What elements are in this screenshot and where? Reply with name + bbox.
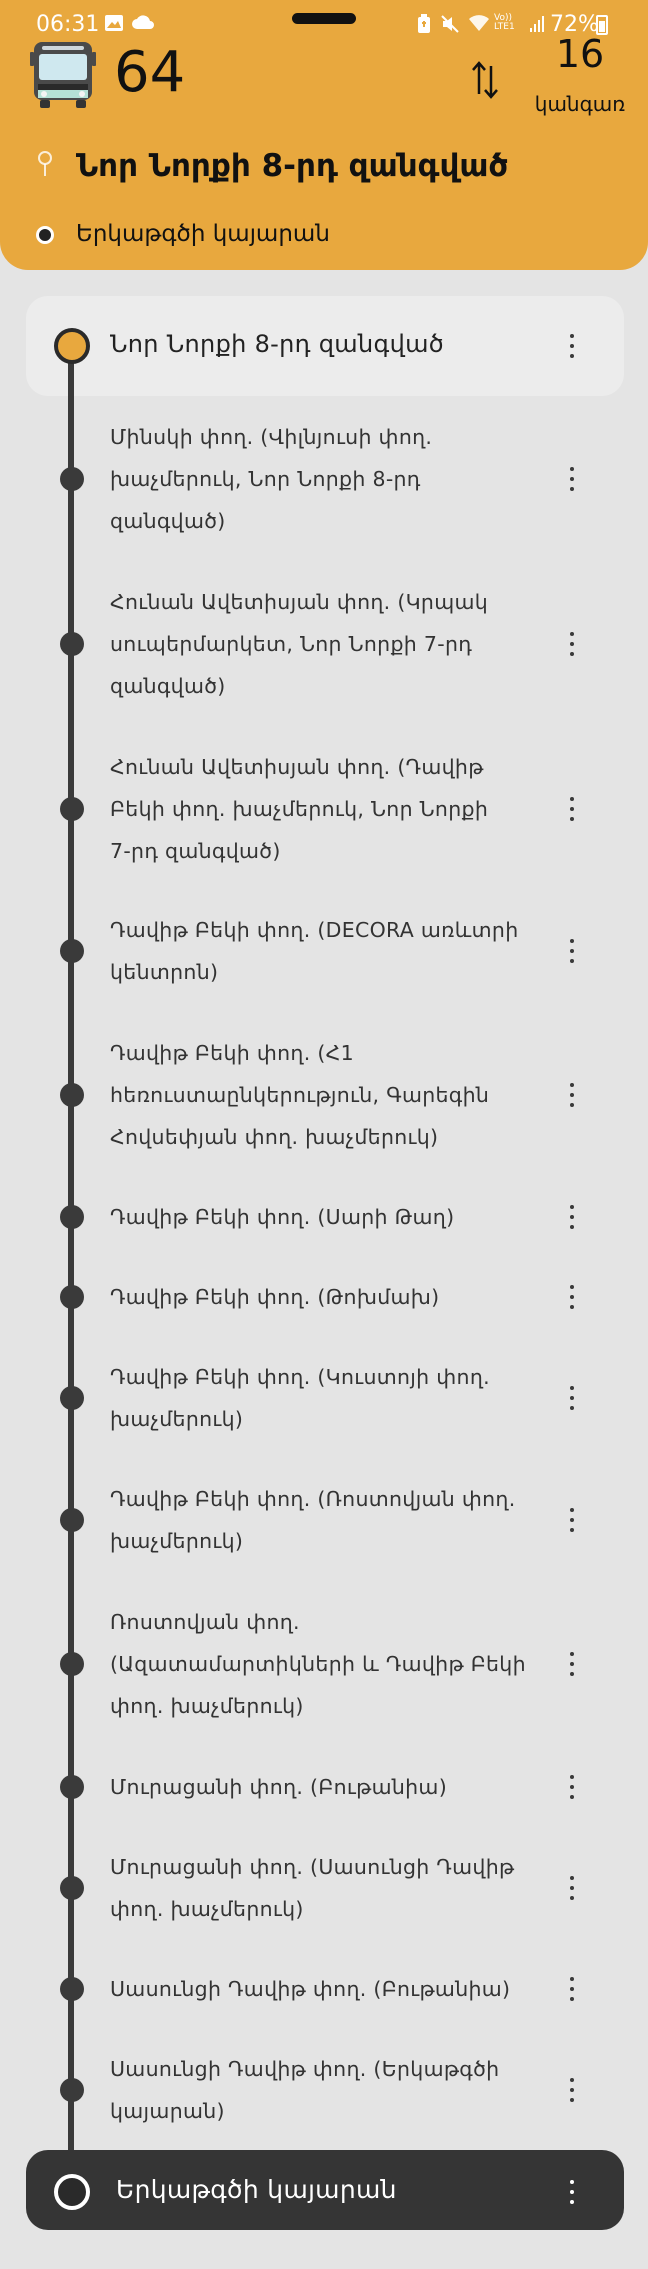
stop-name: Նոր Նորքի 8-րդ զանգված — [110, 330, 444, 358]
stop-dot-icon — [54, 328, 90, 364]
stop-name: Դավիթ Բեկի փող. (DECORA առևտրի կենտրոն) — [110, 909, 530, 993]
stop-name-line: Հունան Ավետիսյան փող. (Կրպակ — [110, 590, 489, 614]
stop-dot-icon — [54, 2174, 90, 2210]
more-options-icon[interactable] — [560, 1504, 584, 1536]
more-options-icon[interactable] — [560, 2074, 584, 2106]
stop-dot-icon — [60, 797, 84, 821]
route-timeline-line — [68, 340, 74, 2195]
stop-name-line: կայարան) — [110, 2099, 225, 2123]
more-options-icon[interactable] — [560, 628, 584, 660]
stop-dot-icon — [60, 1508, 84, 1532]
stop-name: Մինսկի փող. (Վիլնյուսի փող. խաչմերուկ, Նո… — [110, 416, 530, 542]
more-options-icon[interactable] — [560, 1973, 584, 2005]
stop-dot-icon — [60, 1083, 84, 1107]
stop-name: Սասունցի Դավիթ փող. (Բութանիա) — [110, 1968, 530, 2010]
stop-dot-icon — [60, 1386, 84, 1410]
stop-name-line: Հունան Ավետիսյան փող. (Դավիթ — [110, 755, 484, 779]
more-options-icon[interactable] — [560, 2176, 584, 2208]
more-options-icon[interactable] — [560, 1079, 584, 1111]
more-options-icon[interactable] — [560, 1771, 584, 1803]
more-options-icon[interactable] — [560, 330, 584, 362]
stops-count: 16 — [555, 32, 605, 76]
stop-dot-icon — [60, 1977, 84, 2001]
stop-name-line: Բեկի փող. խաչմերուկ, Նոր Նորքի — [110, 797, 489, 821]
more-options-icon[interactable] — [560, 935, 584, 967]
stop-name-line: Սասունցի Դավիթ փող. (Երկաթգծի — [110, 2057, 500, 2081]
stop-name-line: 7-րդ զանգված) — [110, 839, 281, 863]
more-options-icon[interactable] — [560, 1281, 584, 1313]
stop-name-line: Դավիթ Բեկի փող. (DECORA առևտրի — [110, 918, 519, 942]
swap-direction-icon[interactable] — [470, 60, 500, 100]
battery-saver-icon — [416, 14, 432, 39]
status-time: 06:31 — [36, 12, 100, 37]
stop-name-line: կենտրոն) — [110, 960, 219, 984]
stop-name: Հունան Ավետիսյան փող. (Դավիթ Բեկի փող. խա… — [110, 746, 530, 872]
stop-name-line: (Ազատամարտիկների և Դավիթ Բեկի — [110, 1652, 526, 1676]
more-options-icon[interactable] — [560, 463, 584, 495]
stop-name-line: Հովսեփյան փող. խաչմերուկ) — [110, 1125, 439, 1149]
stop-dot-icon — [60, 1775, 84, 1799]
stop-name-line: Դավիթ Բեկի փող. (Թոխմախ) — [110, 1285, 440, 1309]
stop-name-line: Դավիթ Բեկի փող. (Ռոստովյան փող. — [110, 1487, 516, 1511]
stop-dot-icon — [60, 1876, 84, 1900]
stop-name-line: Դավիթ Բեկի փող. (Կուստոյի փող. — [110, 1365, 490, 1389]
destination-dot-icon — [36, 226, 54, 244]
mute-icon — [440, 14, 460, 39]
stop-name-line: հեռուստաընկերություն, Գարեգին — [110, 1083, 490, 1107]
stop-name-line: Մուրացանի փող. (Բութանիա) — [110, 1775, 447, 1799]
stop-name-line: Սասունցի Դավիթ փող. (Բութանիա) — [110, 1977, 511, 2001]
route-origin: Նոր Նորքի 8-րդ զանգված — [76, 148, 509, 184]
more-options-icon[interactable] — [560, 1648, 584, 1680]
stop-name-line: Դավիթ Բեկի փող. (Հ1 — [110, 1041, 354, 1065]
stop-name: Ռոստովյան փող. (Ազատամարտիկների և Դավիթ Բ… — [110, 1601, 530, 1727]
bus-icon — [30, 38, 96, 110]
stop-name: Դավիթ Բեկի փող. (Հ1 հեռուստաընկերություն,… — [110, 1032, 530, 1158]
stop-name-line: խաչմերուկ, Նոր Նորքի 8-րդ — [110, 467, 421, 491]
stop-name: Սասունցի Դավիթ փող. (Երկաթգծի կայարան) — [110, 2048, 530, 2132]
cloud-icon — [132, 14, 154, 35]
stops-count-label: կանգառ — [534, 92, 626, 116]
stop-name-line: սուպերմարկետ, Նոր Նորքի 7-րդ — [110, 632, 473, 656]
stop-name: Դավիթ Բեկի փող. (Թոխմախ) — [110, 1276, 530, 1318]
start-pin-icon — [36, 150, 54, 178]
route-number: 64 — [114, 40, 186, 105]
stop-name-line: փող. խաչմերուկ) — [110, 1897, 304, 1921]
signal-icon — [530, 16, 544, 32]
more-options-icon[interactable] — [560, 1872, 584, 1904]
stop-name-line: փող. խաչմերուկ) — [110, 1694, 304, 1718]
stop-name: Մուրացանի փող. (Սասունցի Դավիթ փող. խաչմե… — [110, 1846, 530, 1930]
route-destination: Երկաթգծի կայարան — [76, 221, 330, 247]
more-options-icon[interactable] — [560, 1201, 584, 1233]
stop-name: Դավիթ Բեկի փող. (Ռոստովյան փող. խաչմերուկ… — [110, 1478, 530, 1562]
stop-dot-icon — [60, 632, 84, 656]
wifi-icon — [468, 14, 490, 37]
stop-name-line: Ռոստովյան փող. — [110, 1610, 300, 1634]
stop-name-line: զանգված) — [110, 674, 226, 698]
stop-name-line: խաչմերուկ) — [110, 1407, 244, 1431]
stop-dot-icon — [60, 2078, 84, 2102]
stop-name: Երկաթգծի կայարան — [116, 2175, 397, 2204]
stop-name: Հունան Ավետիսյան փող. (Կրպակ սուպերմարկետ… — [110, 581, 530, 707]
stop-dot-icon — [60, 467, 84, 491]
stop-name: Դավիթ Բեկի փող. (Կուստոյի փող. խաչմերուկ) — [110, 1356, 530, 1440]
network-type: Vo)) LTE1 — [494, 13, 515, 32]
stop-dot-icon — [60, 939, 84, 963]
stop-dot-icon — [60, 1652, 84, 1676]
route-header: 06:31 Vo)) LTE1 72% 64 16 կանգառ Նոր Նոր… — [0, 0, 648, 270]
stop-name: Մուրացանի փող. (Բութանիա) — [110, 1766, 530, 1808]
stop-name-line: զանգված) — [110, 509, 226, 533]
stop-dot-icon — [60, 1205, 84, 1229]
stop-name-line: Մինսկի փող. (Վիլնյուսի փող. — [110, 425, 433, 449]
stop-name-line: խաչմերուկ) — [110, 1529, 244, 1553]
stop-name-line: Դավիթ Բեկի փող. (Սարի Թաղ) — [110, 1205, 455, 1229]
camera-notch — [292, 13, 356, 24]
more-options-icon[interactable] — [560, 1382, 584, 1414]
stop-name: Դավիթ Բեկի փող. (Սարի Թաղ) — [110, 1196, 530, 1238]
image-icon — [104, 14, 124, 37]
stop-name-line: Մուրացանի փող. (Սասունցի Դավիթ — [110, 1855, 515, 1879]
stop-dot-icon — [60, 1285, 84, 1309]
more-options-icon[interactable] — [560, 793, 584, 825]
